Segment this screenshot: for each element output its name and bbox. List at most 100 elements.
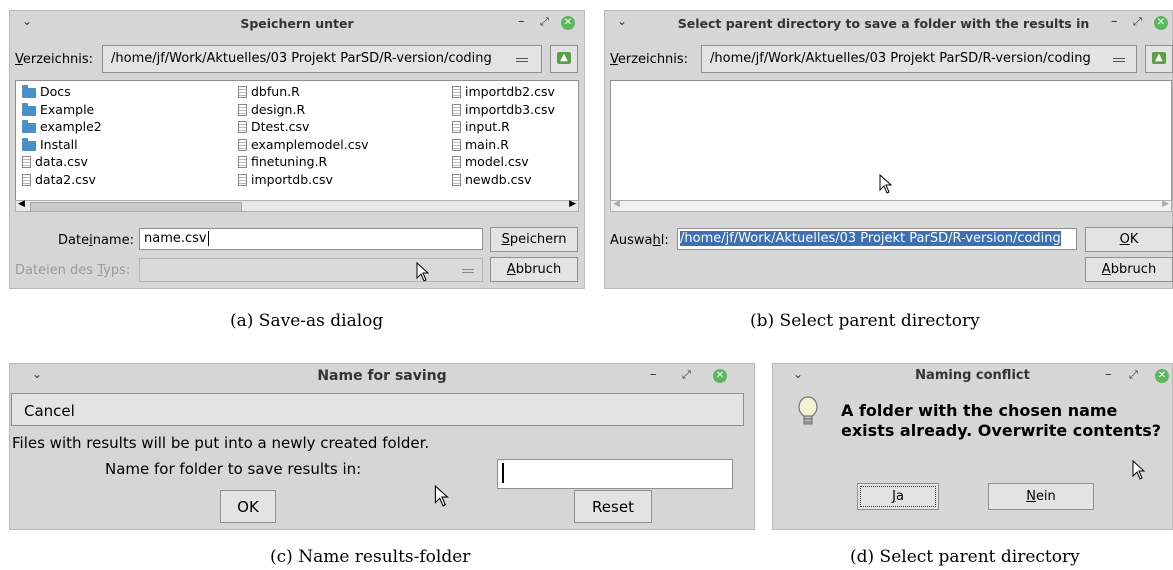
file-icon — [238, 86, 247, 98]
filetype-label: Dateien des Typs: — [15, 263, 131, 278]
no-button[interactable]: Nein — [988, 483, 1094, 510]
filetype-select[interactable] — [139, 258, 483, 282]
folder-up-icon: ▲ — [1152, 52, 1166, 64]
yes-button[interactable]: Ja — [857, 483, 939, 510]
cancel-button[interactable]: Abbruch — [1085, 257, 1173, 282]
close-icon[interactable]: ✕ — [1155, 369, 1169, 383]
folder-name-label: Name for folder to save results in: — [105, 460, 362, 478]
file-name: Example — [40, 101, 95, 117]
file-item[interactable]: main.R — [452, 137, 509, 152]
directory-select[interactable]: /home/jf/Work/Aktuelles/03 Projekt ParSD… — [102, 45, 542, 73]
titlebar: ⌄ Select parent directory to save a fold… — [605, 11, 1172, 35]
filetype-dropdown-icon — [462, 269, 474, 273]
scroll-right-icon[interactable]: ▶ — [569, 199, 576, 209]
folder-item[interactable]: Example — [22, 102, 94, 117]
scroll-left-icon[interactable]: ◀ — [613, 199, 620, 209]
file-item[interactable]: dbfun.R — [238, 84, 300, 99]
file-icon — [452, 103, 461, 116]
dropdown-icon — [1113, 58, 1125, 62]
mouse-pointer-icon — [879, 174, 893, 194]
selection-input[interactable]: /home/jf/Work/Aktuelles/03 Projekt ParSD… — [677, 228, 1077, 250]
minimize-icon[interactable]: – — [650, 367, 657, 382]
file-item[interactable]: examplemodel.csv — [238, 137, 368, 152]
directory-label: Verzeichnis: — [15, 52, 94, 67]
file-item[interactable]: newdb.csv — [452, 172, 531, 187]
file-item[interactable]: input.R — [452, 119, 510, 134]
folder-icon — [22, 102, 36, 116]
cancel-button[interactable]: Abbruch — [490, 257, 578, 282]
maximize-icon[interactable]: ⤢ — [540, 15, 549, 29]
parent-folder-button[interactable]: ▲ — [1145, 45, 1173, 73]
folder-name-input[interactable] — [497, 459, 733, 489]
file-name: importdb2.csv — [465, 84, 555, 99]
scroll-thumb[interactable] — [30, 202, 242, 212]
file-icon — [452, 138, 461, 151]
lightbulb-icon — [798, 396, 818, 425]
file-item[interactable]: importdb.csv — [238, 172, 333, 187]
folder-icon — [22, 85, 36, 98]
file-name: examplemodel.csv — [251, 136, 369, 152]
folder-up-icon: ▲ — [557, 52, 571, 64]
file-name: importdb.csv — [251, 171, 333, 187]
scroll-right-icon[interactable]: ▶ — [1162, 199, 1169, 209]
cancel-bar-button[interactable]: Cancel — [11, 393, 744, 426]
file-icon — [238, 121, 247, 133]
titlebar: ⌄ Naming conflict – ⤢ ✕ — [773, 364, 1172, 388]
file-icon — [452, 156, 461, 168]
reset-button[interactable]: Reset — [574, 490, 652, 523]
file-item[interactable]: model.csv — [452, 154, 529, 169]
file-name: model.csv — [465, 154, 529, 169]
ok-button[interactable]: OK — [1085, 227, 1173, 252]
caption-c: (c) Name results-folder — [270, 547, 471, 567]
minimize-icon[interactable]: – — [1105, 367, 1112, 382]
file-item[interactable]: data.csv — [22, 154, 88, 169]
file-list[interactable]: Docs Example example2 Install data.csv data2.… — [15, 80, 579, 212]
window-menu-icon[interactable]: ⌄ — [22, 14, 32, 28]
folder-item[interactable]: example2 — [22, 119, 102, 134]
parent-folder-button[interactable]: ▲ — [550, 45, 578, 73]
file-icon — [238, 103, 247, 116]
minimize-icon[interactable]: – — [1111, 14, 1118, 29]
file-name: example2 — [40, 119, 102, 134]
file-item[interactable]: importdb3.csv — [452, 102, 555, 117]
horizontal-scrollbar[interactable]: ◀ ▶ — [610, 199, 1172, 212]
maximize-icon[interactable]: ⤢ — [1133, 15, 1142, 29]
window-title: Speichern unter — [240, 16, 354, 31]
window-menu-icon[interactable]: ⌄ — [617, 14, 627, 28]
file-icon — [452, 86, 461, 98]
file-item[interactable]: data2.csv — [22, 172, 96, 187]
folder-item[interactable]: Docs — [22, 84, 71, 99]
folder-icon — [22, 137, 36, 151]
folder-item[interactable]: Install — [22, 137, 78, 152]
ok-button[interactable]: OK — [220, 490, 276, 523]
close-icon[interactable]: ✕ — [561, 16, 575, 30]
file-item[interactable]: finetuning.R — [238, 154, 327, 169]
file-name: design.R — [251, 101, 306, 117]
file-name: newdb.csv — [465, 171, 532, 187]
minimize-icon[interactable]: – — [518, 14, 525, 29]
dropdown-icon — [516, 58, 528, 62]
file-item[interactable]: Dtest.csv — [238, 119, 309, 134]
file-name: Docs — [40, 84, 71, 99]
file-item[interactable]: design.R — [238, 102, 305, 117]
filename-input[interactable]: name.csv — [139, 228, 483, 250]
file-icon — [452, 173, 461, 186]
save-as-dialog: ⌄ Speichern unter – ⤢ ✕ Verzeichnis: /ho… — [9, 10, 585, 289]
caption-b: (b) Select parent directory — [750, 311, 980, 331]
horizontal-scrollbar[interactable]: ◀ ▶ — [15, 199, 579, 212]
maximize-icon[interactable]: ⤢ — [682, 368, 691, 382]
caption-d: (d) Select parent directory — [850, 547, 1080, 567]
file-icon — [238, 173, 247, 186]
file-item[interactable]: importdb2.csv — [452, 84, 555, 99]
filename-label: Dateiname: — [58, 233, 134, 248]
scroll-left-icon[interactable]: ◀ — [18, 199, 25, 209]
name-for-saving-dialog: ⌄ Name for saving – ⤢ ✕ Cancel Files wit… — [9, 363, 755, 530]
maximize-icon[interactable]: ⤢ — [1129, 368, 1138, 382]
file-icon — [22, 156, 31, 168]
window-menu-icon[interactable]: ⌄ — [32, 367, 42, 381]
close-icon[interactable]: ✕ — [1154, 16, 1168, 30]
close-icon[interactable]: ✕ — [713, 369, 727, 383]
save-button[interactable]: Speichern — [490, 227, 578, 252]
directory-select[interactable]: /home/jf/Work/Aktuelles/03 Projekt ParSD… — [701, 45, 1137, 73]
window-menu-icon[interactable]: ⌄ — [793, 367, 803, 381]
